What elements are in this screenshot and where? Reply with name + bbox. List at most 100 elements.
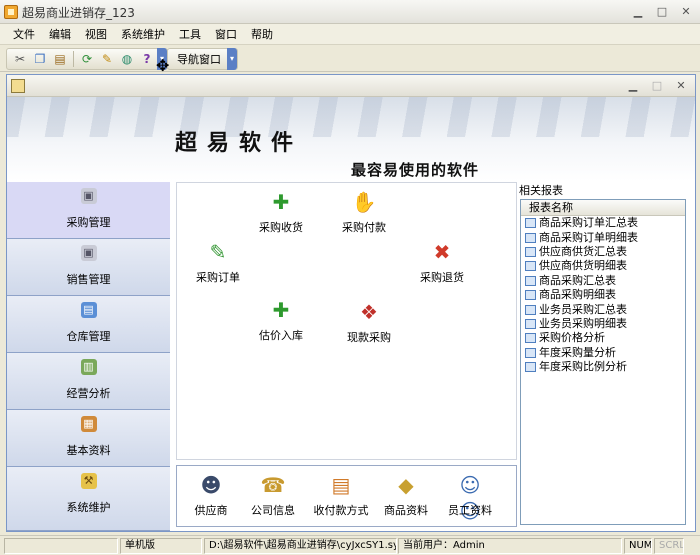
menu-file[interactable]: 文件	[6, 24, 42, 45]
supplier-icon: ☻	[200, 473, 222, 497]
report-item[interactable]: 商品采购订单明细表	[521, 230, 685, 244]
report-label: 年度采购比例分析	[539, 360, 627, 374]
function-estimate-stock-in[interactable]: ✚ 估价入库	[246, 297, 316, 343]
report-icon	[525, 275, 536, 286]
title-bar: 超易商业进销存_123 ▁ □ ✕	[0, 0, 700, 24]
toolbar: ✂ ❐ ▤ ⟳ ✎ ◍ ? ▾ 导航窗口 ▾	[0, 46, 700, 72]
minimize-icon[interactable]: ▁	[630, 4, 646, 20]
status-mode: 单机版	[120, 538, 202, 554]
child-close-icon[interactable]: ✕	[673, 78, 689, 94]
bottom-item-label: 供应商	[194, 504, 228, 517]
function-label: 采购订单	[196, 271, 240, 284]
report-item[interactable]: 商品采购汇总表	[521, 274, 685, 288]
bottom-item-employee[interactable]: ☺☺ 员工资料	[437, 472, 503, 523]
bottom-item-label: 公司信息	[251, 504, 295, 517]
menu-system-maintenance[interactable]: 系统维护	[114, 24, 172, 45]
report-label: 采购价格分析	[539, 331, 605, 345]
bottom-item-supplier[interactable]: ☻ 供应商	[178, 472, 244, 518]
nav-item-basic-data[interactable]: ▦ 基本资料	[7, 410, 170, 467]
status-path: D:\超易软件\超易商业进销存\cyJxcSY1.sys	[204, 538, 397, 554]
return-goods-icon: ✖	[433, 240, 451, 264]
child-window-icon[interactable]	[11, 79, 25, 93]
function-return-goods[interactable]: ✖ 采购退货	[407, 239, 477, 285]
report-item[interactable]: 商品采购明细表	[521, 288, 685, 302]
menu-edit[interactable]: 编辑	[42, 24, 78, 45]
refresh-icon[interactable]: ⟳	[79, 51, 95, 67]
function-receive-goods[interactable]: ✚ 采购收货	[246, 189, 316, 235]
nav-window-button[interactable]: 导航窗口	[171, 51, 227, 67]
nav-toolbar-chevron-icon[interactable]: ▾	[227, 48, 237, 70]
paste-icon[interactable]: ▤	[52, 51, 68, 67]
report-item[interactable]: 供应商供货汇总表	[521, 245, 685, 259]
nav-item-label: 基本资料	[66, 444, 111, 457]
function-payment[interactable]: ✋ 采购付款	[329, 189, 399, 235]
function-label: 采购收货	[259, 221, 303, 234]
report-label: 商品采购订单汇总表	[539, 216, 638, 230]
status-user: 当前用户：Admin	[398, 538, 622, 554]
report-icon	[525, 246, 536, 257]
globe-icon[interactable]: ◍	[119, 51, 135, 67]
cart-icon: ▣	[80, 188, 97, 204]
banner: 超易软件 最容易使用的软件	[7, 97, 695, 181]
menu-window[interactable]: 窗口	[208, 24, 244, 45]
banner-subtitle: 最容易使用的软件	[351, 161, 480, 179]
company-info-icon: ☎	[260, 473, 286, 497]
cut-icon[interactable]: ✂	[12, 51, 28, 67]
report-item[interactable]: 供应商供货明细表	[521, 259, 685, 273]
report-icon	[525, 232, 536, 243]
nav-item-label: 销售管理	[66, 273, 111, 286]
toolbar-separator	[73, 51, 74, 67]
nav-item-purchase[interactable]: ▣ 采购管理	[7, 182, 170, 239]
bottom-item-product-data[interactable]: ◆ 商品资料	[373, 472, 439, 518]
payment-method-icon: ▤	[331, 473, 351, 497]
status-bar: 单机版 D:\超易软件\超易商业进销存\cyJxcSY1.sys 当前用户：Ad…	[0, 535, 700, 555]
function-cash-purchase[interactable]: ❖ 现款采购	[334, 299, 404, 345]
report-item[interactable]: 采购价格分析	[521, 331, 685, 345]
status-scrl: SCRL	[654, 538, 684, 554]
help-icon[interactable]: ?	[139, 51, 155, 67]
bottom-item-label: 员工资料	[448, 504, 492, 517]
estimate-stock-in-icon: ✚	[272, 298, 290, 322]
bottom-item-label: 商品资料	[384, 504, 428, 517]
payment-icon: ✋	[351, 190, 377, 214]
menu-tools[interactable]: 工具	[172, 24, 208, 45]
bottom-item-payment-method[interactable]: ▤ 收付款方式	[303, 472, 379, 518]
nav-item-sales[interactable]: ▣ 销售管理	[7, 239, 170, 296]
report-label: 业务员采购明细表	[539, 316, 627, 330]
window-title: 超易商业进销存_123	[22, 6, 135, 20]
receive-goods-icon: ✚	[272, 190, 290, 214]
window-controls: ▁ □ ✕	[630, 4, 694, 20]
report-label: 商品采购明细表	[539, 288, 616, 302]
cash-purchase-icon: ❖	[360, 300, 378, 324]
left-nav: ▣ 采购管理 ▣ 销售管理 ▤ 仓库管理 ▥ 经营分析 ▦ 基本资料 ⚒ 系统维…	[7, 182, 170, 531]
bottom-item-company-info[interactable]: ☎ 公司信息	[240, 472, 306, 518]
copy-icon[interactable]: ❐	[32, 51, 48, 67]
report-item[interactable]: 年度采购量分析	[521, 346, 685, 360]
report-item[interactable]: 业务员采购明细表	[521, 317, 685, 331]
nav-item-analysis[interactable]: ▥ 经营分析	[7, 353, 170, 410]
nav-item-label: 采购管理	[66, 216, 111, 229]
purchase-order-icon: ✎	[209, 240, 227, 264]
report-label: 供应商供货明细表	[539, 259, 627, 273]
close-icon[interactable]: ✕	[678, 4, 694, 20]
edit-icon[interactable]: ✎	[99, 51, 115, 67]
menu-help[interactable]: 帮助	[244, 24, 280, 45]
function-label: 采购付款	[342, 221, 386, 234]
report-label: 业务员采购汇总表	[539, 302, 627, 316]
nav-item-warehouse[interactable]: ▤ 仓库管理	[7, 296, 170, 353]
function-purchase-order[interactable]: ✎ 采购订单	[183, 239, 253, 285]
report-item[interactable]: 商品采购订单汇总表	[521, 216, 685, 230]
maximize-icon[interactable]: □	[654, 4, 670, 20]
report-item[interactable]: 业务员采购汇总表	[521, 302, 685, 316]
reports-heading: 相关报表	[519, 184, 563, 197]
child-minimize-icon[interactable]: ▁	[625, 78, 641, 94]
function-label: 估价入库	[259, 329, 303, 342]
app-icon[interactable]	[4, 5, 18, 19]
report-label: 商品采购汇总表	[539, 273, 616, 287]
banner-title: 超易软件	[175, 131, 304, 156]
reports-column-header[interactable]: 报表名称	[521, 200, 685, 216]
menu-view[interactable]: 视图	[78, 24, 114, 45]
report-item[interactable]: 年度采购比例分析	[521, 360, 685, 374]
nav-item-system[interactable]: ⚒ 系统维护	[7, 467, 170, 531]
report-icon	[525, 290, 536, 301]
